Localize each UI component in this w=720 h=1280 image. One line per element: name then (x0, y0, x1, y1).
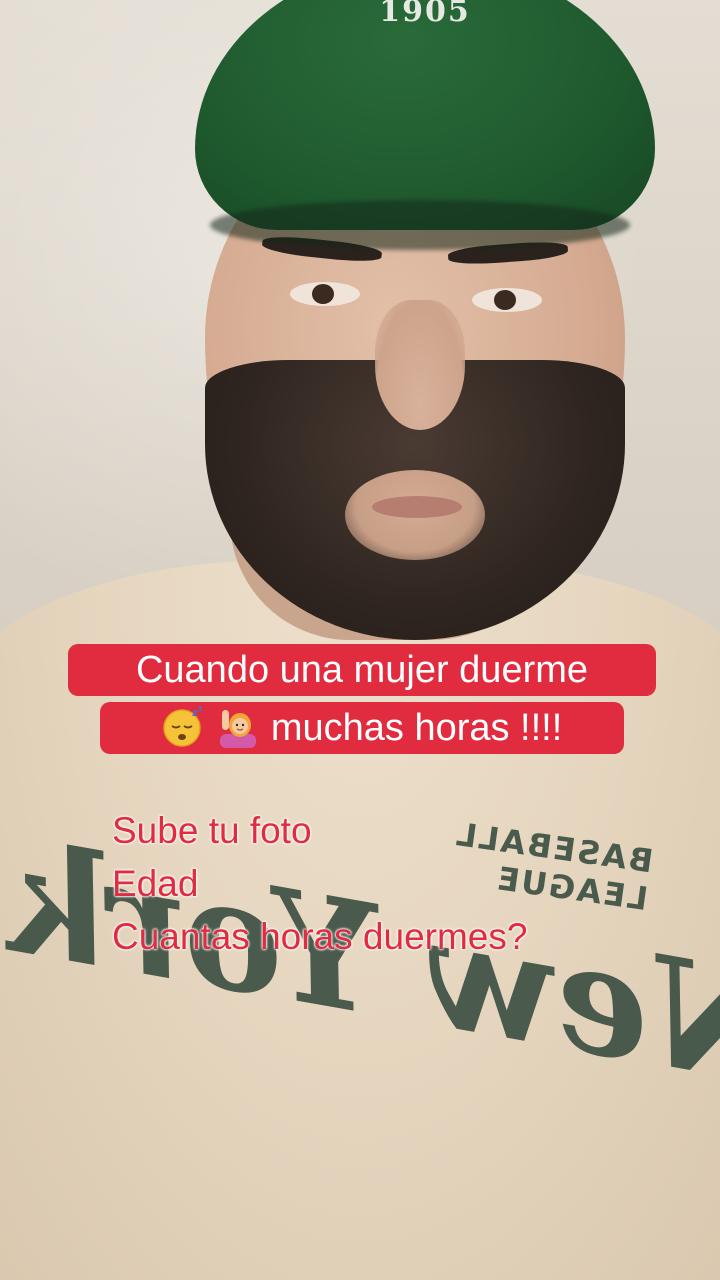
caption-line-1: Cuando una mujer duerme (68, 644, 656, 696)
svg-text:z: z (198, 704, 203, 713)
video-frame[interactable]: BASEBALL LEAGUE New York 1905 Cuando una… (0, 0, 720, 1280)
prompt-line-1: Sube tu foto (112, 810, 312, 851)
person-raising-hand-icon (216, 704, 260, 748)
left-eye (290, 282, 360, 306)
caption-line-2-text: muchas horas !!!! (270, 707, 563, 749)
prompt-line-3: Cuantas horas duermes? (112, 916, 528, 957)
prompt-line-2: Edad (112, 863, 199, 904)
right-eye (472, 288, 542, 312)
caption-line-2: z z muchas horas !!!! (100, 702, 624, 754)
cap-logo: 1905 (379, 0, 471, 29)
lips (372, 496, 462, 518)
caption-overlay: Cuando una mujer duerme z z muchas horas… (68, 636, 656, 762)
prompt-text-block: Sube tu foto Edad Cuantas horas duermes? (112, 804, 672, 963)
cap-brim-shadow (210, 200, 630, 250)
nose (375, 300, 465, 430)
sleeping-face-icon: z z (162, 704, 206, 748)
